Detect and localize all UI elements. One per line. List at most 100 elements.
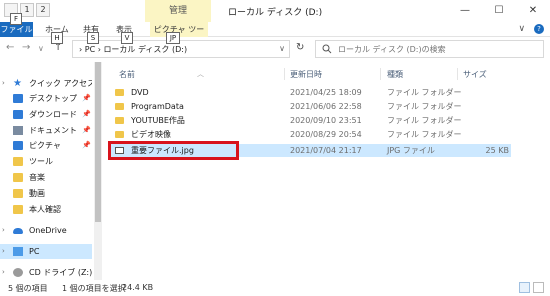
file-name: ProgramData	[131, 102, 184, 111]
details-view-icon[interactable]	[519, 282, 530, 293]
desktop-icon	[13, 94, 23, 103]
address-row: ← → ∨ ↑ › PC › ローカル ディスク (D:) ∨ ↻	[0, 38, 550, 60]
qa-keytip-2[interactable]: 2	[36, 3, 50, 17]
chevron-right-icon[interactable]: ›	[2, 244, 5, 259]
large-icons-view-icon[interactable]	[533, 282, 544, 293]
sidebar-item-label: ドキュメント	[29, 126, 77, 135]
forward-icon[interactable]: →	[22, 42, 30, 53]
column-header-size[interactable]: サイズ	[463, 69, 487, 80]
maximize-button[interactable]: ☐	[482, 0, 516, 22]
sidebar-item-label: PC	[29, 247, 40, 256]
file-row-dvd[interactable]: DVD 2021/04/25 18:09 ファイル フォルダー	[111, 86, 511, 99]
folder-icon	[13, 189, 23, 198]
sidebar-item-label: 本人確認	[29, 205, 61, 214]
sidebar-item-pictures[interactable]: ピクチャ 📌	[0, 138, 92, 153]
sidebar-item-documents[interactable]: ドキュメント 📌	[0, 123, 92, 138]
column-divider[interactable]	[457, 68, 458, 80]
sidebar-item-tools[interactable]: ツール	[0, 154, 92, 169]
pictures-icon	[13, 141, 23, 150]
column-divider[interactable]	[380, 68, 381, 80]
address-bar[interactable]: › PC › ローカル ディスク (D:) ∨	[72, 40, 290, 58]
file-row-programdata[interactable]: ProgramData 2021/06/06 22:58 ファイル フォルダー	[111, 100, 511, 113]
manage-context-tab[interactable]: 管理	[145, 0, 211, 22]
sidebar-item-cd-drive[interactable]: › CD ドライブ (Z:) DV	[0, 265, 92, 280]
ribbon-tabs: ファイル ホーム 共有 表示 ピクチャ ツール ∨ ?	[0, 22, 550, 49]
window-title: ローカル ディスク (D:)	[228, 8, 323, 18]
sidebar-item-downloads[interactable]: ダウンロード 📌	[0, 107, 92, 122]
minimize-button[interactable]: —	[448, 0, 482, 22]
file-type: ファイル フォルダー	[387, 88, 462, 97]
help-icon[interactable]: ?	[534, 24, 544, 34]
recent-locations-icon[interactable]: ∨	[38, 44, 44, 53]
search-icon	[322, 44, 332, 54]
sidebar-item-quick-access[interactable]: › ★ クイック アクセス	[0, 76, 92, 91]
keytip-f: F	[10, 13, 22, 25]
pin-icon: 📌	[82, 141, 91, 149]
close-button[interactable]: ✕	[516, 0, 550, 22]
view-switcher	[519, 282, 544, 293]
file-list: ︿ 名前 更新日時 種類 サイズ DVD 2021/04/25 18:09 ファ…	[103, 62, 550, 280]
search-input[interactable]	[338, 43, 538, 56]
file-date: 2021/06/06 22:58	[290, 102, 362, 111]
chevron-down-icon[interactable]: ∨	[279, 44, 285, 53]
chevron-down-icon[interactable]: ∨	[519, 24, 526, 34]
pin-icon: 📌	[82, 126, 91, 134]
file-name: ビデオ映像	[131, 130, 171, 139]
cloud-icon	[13, 228, 23, 234]
qa-keytip-1[interactable]: 1	[20, 3, 34, 17]
sidebar-item-onedrive[interactable]: › OneDrive	[0, 223, 92, 238]
folder-icon	[13, 157, 23, 166]
file-name: DVD	[131, 88, 149, 97]
file-type: JPG ファイル	[387, 146, 435, 155]
status-selection: 1 個の項目を選択	[62, 284, 126, 293]
sidebar-item-label: OneDrive	[29, 226, 67, 235]
search-box[interactable]	[315, 40, 544, 58]
sidebar-scrollbar[interactable]	[94, 62, 102, 280]
column-header-date[interactable]: 更新日時	[290, 69, 322, 80]
chevron-right-icon[interactable]: ›	[2, 76, 5, 91]
file-name: YOUTUBE作品	[131, 116, 185, 125]
sidebar-scrollbar-thumb[interactable]	[95, 62, 101, 222]
file-row-video-footage[interactable]: ビデオ映像 2020/08/29 20:54 ファイル フォルダー	[111, 128, 511, 141]
sidebar-item-videos[interactable]: 動画	[0, 186, 92, 201]
sidebar-item-label: 音楽	[29, 173, 45, 182]
column-divider[interactable]	[284, 68, 285, 80]
file-type: ファイル フォルダー	[387, 130, 462, 139]
navigation-pane: › ★ クイック アクセス デスクトップ 📌 ダウンロード 📌 ドキュメント 📌…	[0, 62, 103, 280]
window-controls: — ☐ ✕	[448, 0, 550, 22]
chevron-right-icon[interactable]: ›	[2, 223, 5, 238]
sidebar-item-label: デスクトップ	[29, 94, 77, 103]
folder-icon	[13, 173, 23, 182]
status-size: 24.4 KB	[122, 283, 154, 292]
folder-icon	[115, 103, 124, 110]
sidebar-item-desktop[interactable]: デスクトップ 📌	[0, 91, 92, 106]
sidebar-item-label: CD ドライブ (Z:) DV	[29, 268, 92, 277]
sidebar-item-music[interactable]: 音楽	[0, 170, 92, 185]
sidebar-item-identity-check[interactable]: 本人確認	[0, 202, 92, 217]
keytip-s: S	[87, 32, 99, 44]
file-name: 重要ファイル.jpg	[131, 146, 194, 155]
file-row-important-jpg[interactable]: 重要ファイル.jpg 2021/07/04 21:17 JPG ファイル 25 …	[111, 144, 511, 157]
sidebar-item-pc[interactable]: › PC	[0, 244, 92, 259]
column-header-type[interactable]: 種類	[387, 69, 403, 80]
column-header-name[interactable]: 名前	[119, 69, 135, 80]
ribbon-expand[interactable]: ∨ ?	[519, 24, 544, 34]
file-date: 2020/09/10 23:51	[290, 116, 362, 125]
folder-icon	[115, 117, 124, 124]
folder-icon	[115, 131, 124, 138]
keytip-jp: JP	[166, 32, 180, 44]
sort-ascending-icon: ︿	[197, 70, 204, 78]
download-icon	[13, 110, 23, 119]
chevron-right-icon[interactable]: ›	[2, 265, 5, 280]
refresh-icon[interactable]: ↻	[296, 42, 304, 53]
document-icon	[13, 126, 23, 135]
file-type: ファイル フォルダー	[387, 116, 462, 125]
file-size: 25 KB	[485, 146, 509, 155]
address-path[interactable]: › PC › ローカル ディスク (D:)	[79, 44, 187, 55]
sidebar-item-label: 動画	[29, 189, 45, 198]
file-date: 2021/04/25 18:09	[290, 88, 362, 97]
image-file-icon	[115, 147, 124, 154]
file-row-youtube[interactable]: YOUTUBE作品 2020/09/10 23:51 ファイル フォルダー	[111, 114, 511, 127]
sidebar-item-label: ダウンロード	[29, 110, 77, 119]
back-icon[interactable]: ←	[6, 42, 14, 53]
